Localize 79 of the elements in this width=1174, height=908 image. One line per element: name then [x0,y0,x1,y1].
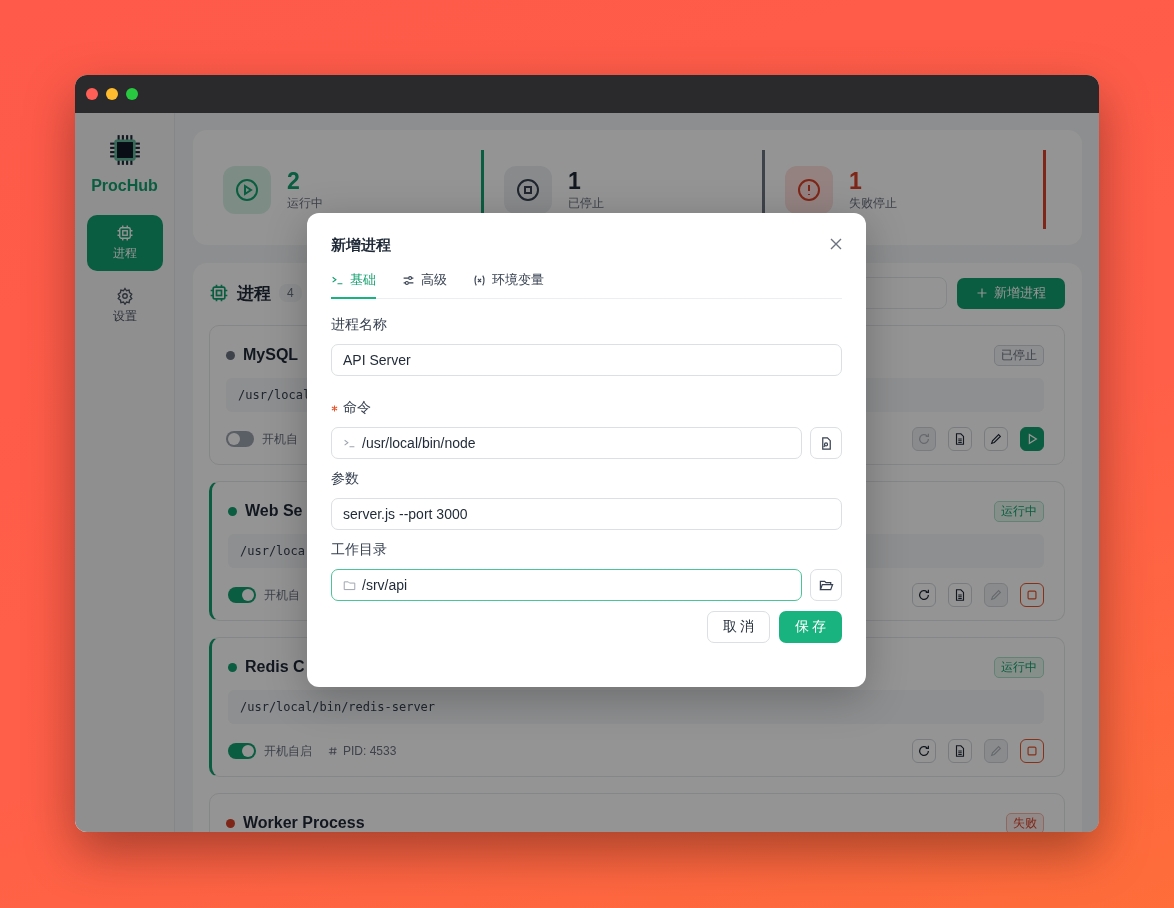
stop-button[interactable] [1020,583,1044,607]
autostart-label: 开机自 [264,586,300,604]
status-label: 运行中 [994,500,1044,522]
start-button[interactable] [1020,427,1044,451]
log-button[interactable] [948,427,972,451]
stat-label: 已停止 [568,195,604,212]
refresh-icon [917,744,931,758]
stat-value: 1 [849,167,863,195]
stat-label: 运行中 [287,195,323,212]
process-name: MySQL [243,346,299,364]
maximize-window-button[interactable] [126,88,138,100]
status-dot [226,350,235,360]
restart-button[interactable] [912,739,936,763]
settings-icon [115,287,134,305]
input-field[interactable]: API Server [331,344,842,376]
status-label: 失败 [1006,812,1044,832]
dialog-tab[interactable]: 高级 [402,271,447,299]
status-label: 已停止 [994,344,1044,366]
folder-icon [343,578,356,592]
dialog-tab[interactable]: 环境变量 [473,271,544,299]
dialog-title: 新增进程 [331,235,391,255]
autostart-label: 开机自启 [264,742,312,760]
close-window-button[interactable] [86,88,98,100]
refresh-icon [917,588,931,602]
browse-file-button[interactable] [810,427,842,459]
refresh-icon [917,432,931,446]
stop-circle-icon [516,177,540,202]
process-name: Web Se [245,502,303,520]
chip-logo-icon [107,133,142,167]
stat-label: 失败停止 [849,195,897,212]
stop-icon [1025,588,1039,602]
process-name: Redis C [245,658,305,676]
log-button[interactable] [948,583,972,607]
edit-button[interactable] [984,427,1008,451]
panel-title: 进程 [237,282,271,305]
pid-label: PID: 4533 [343,744,397,758]
input-field[interactable]: /usr/local/bin/node [331,427,802,459]
stop-icon [1025,744,1039,758]
brand-name: ProcHub [91,177,158,195]
restart-button[interactable] [912,583,936,607]
autostart-toggle[interactable] [228,743,256,759]
status-dot [228,662,237,672]
stop-button[interactable] [1020,739,1044,763]
process-name: Worker Process [243,814,365,832]
autostart-toggle[interactable] [228,587,256,603]
autostart-label: 开机自 [262,430,298,448]
plus-icon [976,287,988,299]
play-circle-icon [235,177,259,202]
autostart-toggle[interactable] [226,431,254,447]
stat-value: 1 [568,167,582,195]
field-label: 进程名称 [331,316,387,334]
sidebar-item[interactable]: 设置 [86,278,163,334]
log-button[interactable] [948,739,972,763]
dialog-tab[interactable]: 基础 [331,271,376,299]
process-count: 4 [279,284,302,302]
field-label: 工作目录 [331,541,387,559]
stat-value: 2 [287,167,301,195]
input-field[interactable]: server.js --port 3000 [331,498,842,530]
chip-icon [209,283,229,303]
pencil-icon [989,744,1003,758]
status-label: 运行中 [994,656,1044,678]
pencil-icon [989,432,1003,446]
input-field[interactable]: /srv/api [331,569,802,601]
sliders-icon [402,273,415,287]
alert-circle-icon [797,177,821,202]
cancel-button[interactable]: 取 消 [707,611,770,643]
browse-folder-button[interactable] [810,569,842,601]
document-icon [953,432,967,446]
document-icon [953,588,967,602]
hash-icon [328,746,338,756]
document-icon [953,744,967,758]
restart-button[interactable] [912,427,936,451]
status-dot [228,506,237,516]
chip-icon [115,224,134,242]
status-dot [226,818,235,828]
pencil-icon [989,588,1003,602]
variable-icon [473,273,486,287]
minimize-window-button[interactable] [106,88,118,100]
field-label: 参数 [331,470,359,488]
